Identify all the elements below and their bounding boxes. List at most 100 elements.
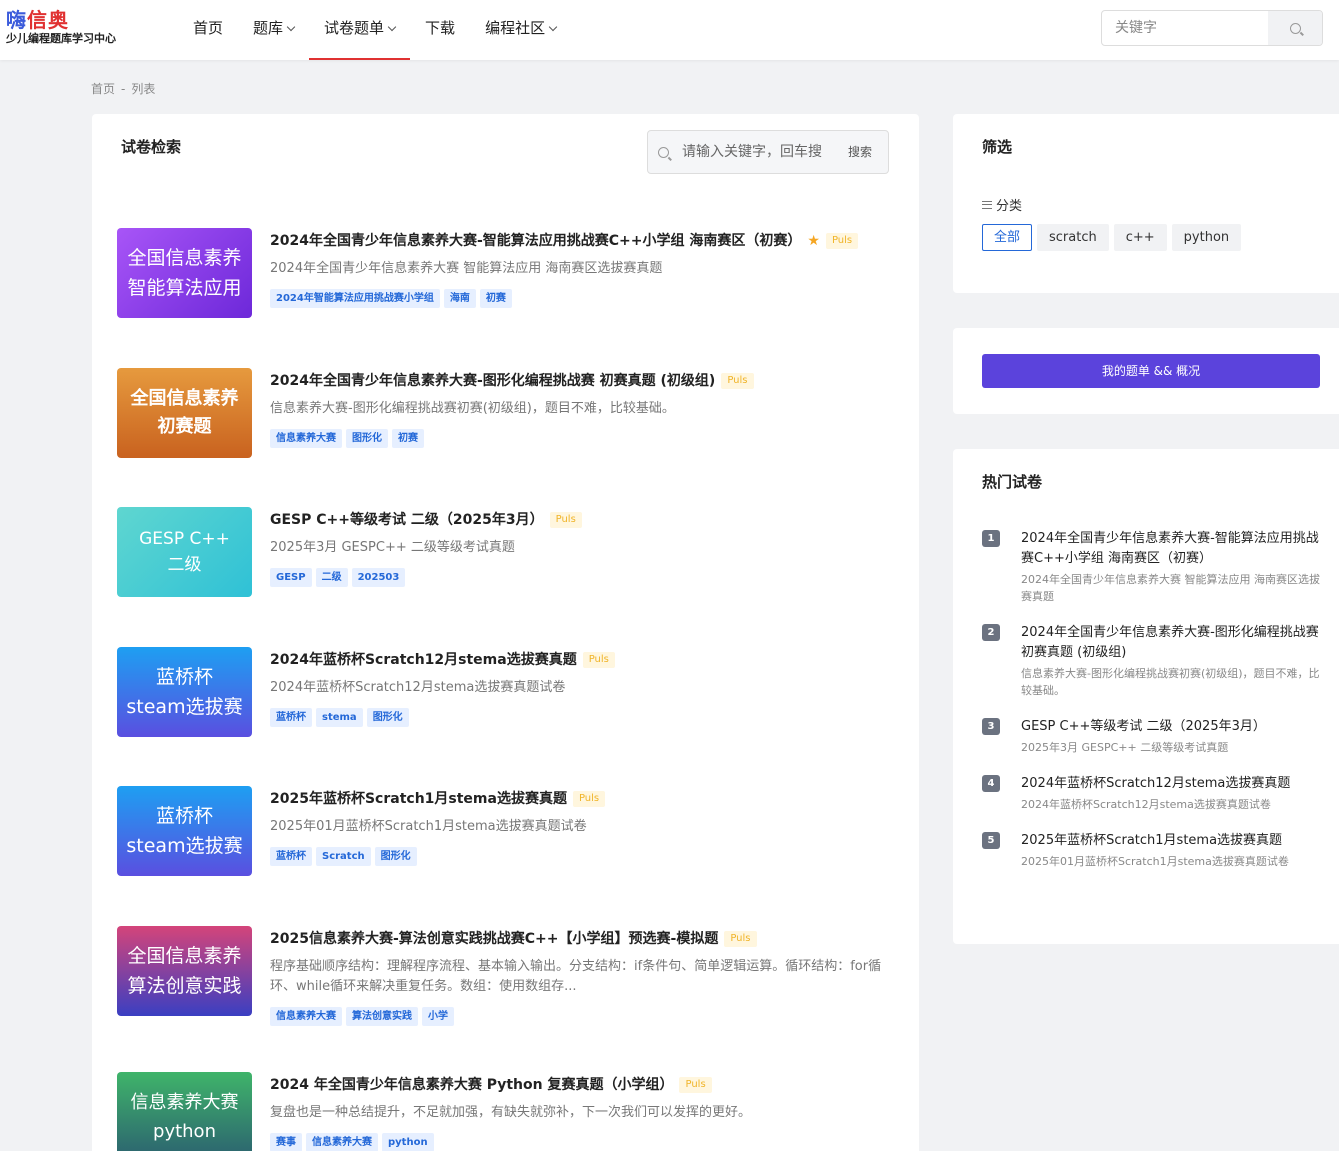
nav-item-community[interactable]: 编程社区 bbox=[470, 0, 571, 60]
thumb-line: 信息素养大赛 bbox=[130, 1092, 239, 1113]
top-search-button[interactable] bbox=[1268, 11, 1322, 45]
paper-title[interactable]: 2024年全国青少年信息素养大赛-图形化编程挑战赛 初赛真题 (初级组) Puls bbox=[270, 370, 890, 392]
thumb-line: steam选拔赛 bbox=[126, 696, 243, 718]
thumb-line: 全国信息素养 bbox=[127, 945, 242, 967]
paper-description: 信息素养大赛-图形化编程挑战赛初赛(初级组)，题目不难，比较基础。 bbox=[270, 401, 675, 416]
paper-search-input[interactable] bbox=[674, 137, 822, 167]
paper-tag[interactable]: 图形化 bbox=[346, 429, 388, 448]
paper-tag[interactable]: GESP bbox=[270, 568, 312, 587]
paper-tags: GESP 二级 202503 bbox=[270, 568, 890, 587]
nav-item-download[interactable]: 下载 bbox=[410, 0, 470, 60]
category-option-cpp[interactable]: c++ bbox=[1113, 224, 1167, 251]
hot-paper-item[interactable]: 2 2024年全国青少年信息素养大赛-图形化编程挑战赛 初赛真题 (初级组) 信… bbox=[982, 623, 1322, 699]
paper-tag[interactable]: 小学 bbox=[422, 1007, 454, 1026]
thumb-line: 算法创意实践 bbox=[127, 975, 242, 997]
paper-tag[interactable]: 海南 bbox=[443, 289, 476, 308]
paper-thumbnail[interactable]: 信息素养大赛 python bbox=[117, 1072, 252, 1151]
hot-paper-item[interactable]: 5 2025年蓝桥杯Scratch1月stema选拔赛真题 2025年01月蓝桥… bbox=[982, 831, 1322, 870]
paper-search-button[interactable]: 搜索 bbox=[848, 143, 872, 160]
hot-paper-item[interactable]: 1 2024年全国青少年信息素养大赛-智能算法应用挑战赛C++小学组 海南赛区（… bbox=[982, 529, 1322, 605]
paper-description: 2025年01月蓝桥杯Scratch1月stema选拔赛真题试卷 bbox=[270, 819, 587, 834]
thumb-line: steam选拔赛 bbox=[126, 835, 243, 857]
paper-tag[interactable]: 信息素养大赛 bbox=[270, 1007, 342, 1026]
hot-papers-list: 1 2024年全国青少年信息素养大赛-智能算法应用挑战赛C++小学组 海南赛区（… bbox=[982, 529, 1322, 888]
paper-tag[interactable]: 图形化 bbox=[366, 708, 409, 727]
paper-tag[interactable]: stema bbox=[316, 708, 363, 727]
paper-tag[interactable]: 202503 bbox=[351, 568, 406, 587]
paper-tags: 信息素养大赛 算法创意实践 小学 bbox=[270, 1007, 890, 1026]
hot-paper-title: 2024年全国青少年信息素养大赛-智能算法应用挑战赛C++小学组 海南赛区（初赛… bbox=[1021, 531, 1319, 566]
paper-description: 2024年全国青少年信息素养大赛 智能算法应用 海南赛区选拔赛真题 bbox=[270, 261, 663, 276]
category-option-scratch[interactable]: scratch bbox=[1037, 224, 1109, 251]
paper-search-title: 试卷检索 bbox=[121, 138, 182, 156]
paper-thumbnail[interactable]: 全国信息素养 智能算法应用 bbox=[117, 228, 252, 318]
paper-title[interactable]: GESP C++等级考试 二级（2025年3月） Puls bbox=[270, 509, 890, 531]
paper-title[interactable]: 2025年蓝桥杯Scratch1月stema选拔赛真题 Puls bbox=[270, 788, 890, 810]
paper-tag[interactable]: 蓝桥杯 bbox=[270, 847, 312, 866]
nav-item-label: 编程社区 bbox=[485, 19, 546, 37]
rank-badge: 4 bbox=[982, 775, 1000, 792]
hot-papers-card: 热门试卷 1 2024年全国青少年信息素养大赛-智能算法应用挑战赛C++小学组 … bbox=[953, 449, 1339, 944]
paper-tag[interactable]: 初赛 bbox=[479, 289, 512, 308]
paper-tag[interactable]: 蓝桥杯 bbox=[270, 708, 312, 727]
rank-badge: 2 bbox=[982, 624, 1000, 641]
paper-tag[interactable]: 算法创意实践 bbox=[346, 1007, 418, 1026]
paper-tags: 蓝桥杯 Scratch 图形化 bbox=[270, 847, 890, 866]
paper-title-text: 2024年蓝桥杯Scratch12月stema选拔赛真题 bbox=[270, 652, 577, 668]
hot-paper-item[interactable]: 4 2024年蓝桥杯Scratch12月stema选拔赛真题 2024年蓝桥杯S… bbox=[982, 774, 1322, 813]
paper-title[interactable]: 2025信息素养大赛-算法创意实践挑战赛C++【小学组】预选赛-模拟题 Puls bbox=[270, 928, 890, 950]
paper-tag[interactable]: Scratch bbox=[316, 847, 371, 866]
breadcrumb-home[interactable]: 首页 bbox=[91, 80, 115, 97]
paper-description: 复盘也是一种总结提升，不足就加强，有缺失就弥补，下一次我们可以发挥的更好。 bbox=[270, 1105, 752, 1120]
breadcrumb: 首页 - 列表 bbox=[91, 80, 155, 97]
thumb-line: 全国信息素养 bbox=[127, 247, 242, 269]
nav-item-home[interactable]: 首页 bbox=[178, 0, 238, 60]
rank-badge: 3 bbox=[982, 718, 1000, 735]
top-search-input[interactable] bbox=[1102, 11, 1270, 45]
paper-title[interactable]: 2024年蓝桥杯Scratch12月stema选拔赛真题 Puls bbox=[270, 649, 890, 671]
nav-item-papers[interactable]: 试卷题单 bbox=[309, 0, 411, 60]
filter-card: 筛选 分类 全部 scratch c++ python bbox=[953, 114, 1339, 293]
paper-tag[interactable]: 图形化 bbox=[374, 847, 417, 866]
nav-item-question-bank[interactable]: 题库 bbox=[238, 0, 309, 60]
list-icon bbox=[982, 200, 992, 209]
paper-thumbnail[interactable]: 全国信息素养 算法创意实践 bbox=[117, 926, 252, 1016]
filter-title: 筛选 bbox=[982, 138, 1013, 156]
nav-item-label: 首页 bbox=[193, 19, 224, 37]
paper-search-box: 搜索 bbox=[647, 130, 889, 174]
paper-thumbnail[interactable]: 全国信息素养 初赛题 bbox=[117, 368, 252, 458]
breadcrumb-separator: - bbox=[121, 81, 126, 96]
paper-tag[interactable]: 2024年智能算法应用挑战赛小学组 bbox=[270, 289, 440, 308]
paper-thumbnail[interactable]: GESP C++ 二级 bbox=[117, 507, 252, 597]
paper-thumbnail[interactable]: 蓝桥杯 steam选拔赛 bbox=[117, 786, 252, 876]
thumb-line: 二级 bbox=[167, 555, 202, 575]
search-icon bbox=[658, 147, 669, 158]
paper-tag[interactable]: python bbox=[382, 1133, 434, 1151]
paper-title[interactable]: 2024 年全国青少年信息素养大赛 Python 复赛真题（小学组） Puls bbox=[270, 1074, 890, 1096]
hot-paper-title: GESP C++等级考试 二级（2025年3月） bbox=[1021, 719, 1266, 734]
thumb-line: 蓝桥杯 bbox=[155, 805, 213, 827]
paper-tag[interactable]: 赛事 bbox=[270, 1133, 302, 1151]
logo-brand-b: 信奥 bbox=[27, 8, 69, 32]
paper-tag[interactable]: 信息素养大赛 bbox=[306, 1133, 378, 1151]
paper-thumbnail[interactable]: 蓝桥杯 steam选拔赛 bbox=[117, 647, 252, 737]
thumb-line: 初赛题 bbox=[157, 416, 212, 437]
category-option-python[interactable]: python bbox=[1171, 224, 1242, 251]
paper-tag[interactable]: 二级 bbox=[315, 568, 348, 587]
paper-tag[interactable]: 信息素养大赛 bbox=[270, 429, 342, 448]
paper-title[interactable]: 2024年全国青少年信息素养大赛-智能算法应用挑战赛C++小学组 海南赛区（初赛… bbox=[270, 230, 890, 252]
hot-paper-desc: 2025年01月蓝桥杯Scratch1月stema选拔赛真题试卷 bbox=[1021, 855, 1289, 868]
hot-paper-desc: 信息素养大赛-图形化编程挑战赛初赛(初级组)，题目不难，比较基础。 bbox=[1021, 667, 1320, 697]
hot-paper-item[interactable]: 3 GESP C++等级考试 二级（2025年3月） 2025年3月 GESPC… bbox=[982, 717, 1322, 756]
thumb-line: 全国信息素养 bbox=[130, 388, 239, 409]
puls-badge: Puls bbox=[572, 791, 606, 807]
paper-tags: 赛事 信息素养大赛 python bbox=[270, 1133, 890, 1151]
category-option-all[interactable]: 全部 bbox=[982, 224, 1033, 251]
my-list-button[interactable]: 我的题单 && 概况 bbox=[982, 354, 1320, 388]
hot-paper-title: 2025年蓝桥杯Scratch1月stema选拔赛真题 bbox=[1021, 833, 1283, 848]
paper-tags: 信息素养大赛 图形化 初赛 bbox=[270, 429, 890, 448]
star-icon: ★ bbox=[807, 233, 820, 249]
paper-tag[interactable]: 初赛 bbox=[392, 429, 424, 448]
site-logo[interactable]: 嗨信奥 少儿编程题库学习中心 bbox=[6, 8, 126, 48]
hot-paper-desc: 2024年蓝桥杯Scratch12月stema选拔赛真题试卷 bbox=[1021, 798, 1271, 811]
